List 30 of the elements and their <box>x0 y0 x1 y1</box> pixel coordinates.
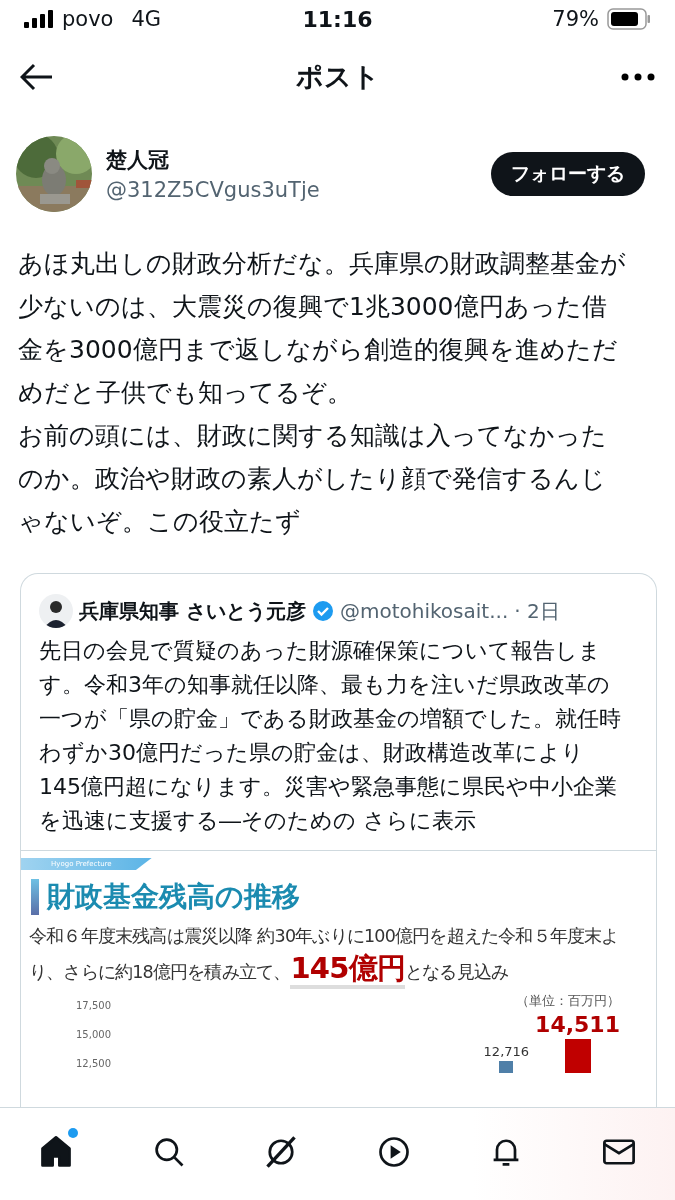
back-arrow-icon[interactable] <box>20 63 54 91</box>
slide-title: 財政基金残高の推移 <box>47 879 300 915</box>
clock: 11:16 <box>302 6 373 32</box>
quoted-author-handle: @motohikosait... <box>339 599 509 623</box>
network-type: 4G <box>131 7 162 31</box>
page-title: ポスト <box>295 60 380 94</box>
post-time: · 2日 <box>514 597 560 625</box>
show-more-link[interactable]: さらに表示 <box>363 808 476 833</box>
battery-percent: 79% <box>552 7 599 31</box>
quoted-post-card[interactable] <box>20 573 657 1107</box>
author-handle: @312Z5CVgus3uTje <box>106 178 321 202</box>
axis-label: 17,500 <box>76 1000 111 1011</box>
slide-summary: 令和６年度末残高は震災以降 約30年ぶりに100億円を超えた令和５年度末より、さらに約18億円を積み立て、145億円となる見込み <box>21 916 656 988</box>
quoted-author-name: 兵庫県知事 さいとう元彦 <box>79 597 306 625</box>
unit-label: （単位：百万円） <box>516 992 620 1010</box>
title-accent-bar <box>31 879 39 915</box>
author-name: 楚人冠 <box>106 147 170 174</box>
battery-icon <box>607 8 651 30</box>
quoted-post-text: 先日の会見で質疑のあった財源確保策について報告します。令和3年の知事就任以降、最も力を注いだ県政改革の一つが「県の貯金」である財政基金の増額でした。就任時わずか30億円だった県の貯金は、財政構造改革により145億円超になります。災害や緊急事態に県民や中小企業を迅速に支援する―そのための さらに表示 <box>38 637 622 835</box>
post-text: お前の頭には、財政に関する知識は入ってなかったのか。政治や財政の素人がしたり顔で発信するんじゃないぞ。この役立たず <box>18 420 608 538</box>
avatar <box>39 594 73 628</box>
bar-value-label: 14,511 <box>535 1012 620 1037</box>
axis-label: 15,000 <box>76 1029 111 1040</box>
axis-label: 12,500 <box>76 1058 111 1069</box>
signal-icon <box>24 10 54 28</box>
follow-button[interactable]: フォローする <box>491 152 645 196</box>
post-text: あほ丸出しの財政分析だな。兵庫県の財政調整基金が少ないのは、大震災の復興で1兆3000億円あった借金を3000億円まで返しながら創造的復興を進めただめだと子供でも知ってるぞ。 <box>18 248 627 409</box>
carrier-name: povo <box>62 7 114 31</box>
bar-value-label: 12,716 <box>483 1044 530 1059</box>
more-options-icon[interactable] <box>621 73 655 81</box>
